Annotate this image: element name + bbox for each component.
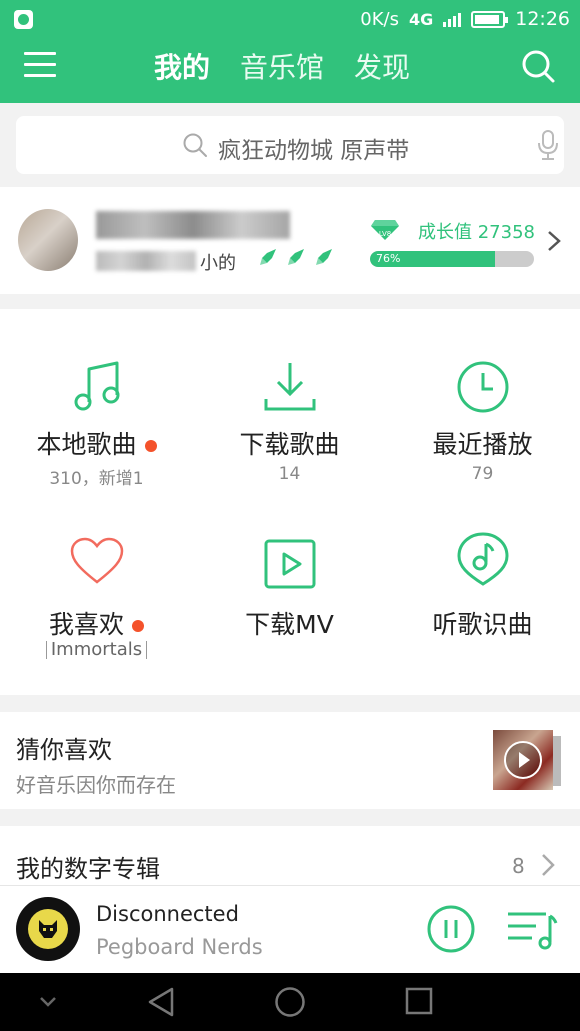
menu-line — [24, 74, 56, 77]
home-icon[interactable] — [274, 986, 306, 1018]
chevron-down-icon[interactable] — [38, 995, 58, 1009]
blurred-user-info — [96, 251, 196, 271]
status-bar: 0K/s 4G 12:26 — [0, 0, 580, 38]
search-placeholder: 疯狂动物城 原声带 — [218, 138, 410, 164]
heart-icon — [70, 537, 123, 584]
recommend-subtitle: 好音乐因你而存在 — [16, 773, 176, 797]
music-recognition-item[interactable]: 听歌识曲 — [386, 502, 579, 695]
rocket-icon — [260, 249, 276, 265]
app-header: 0K/s 4G 12:26 我的 音乐馆 发现 — [0, 0, 580, 103]
shortcut-grid: 本地歌曲 310，新增1 下载歌曲 14 最近播放 79 我喜欢 Immorta… — [0, 309, 580, 695]
playlist-icon[interactable] — [506, 908, 558, 952]
song-artist: Pegboard Nerds — [96, 935, 263, 959]
progress-label: 76% — [376, 252, 401, 265]
download-icon — [264, 363, 315, 411]
search-icon — [183, 133, 207, 157]
status-right: 0K/s 4G 12:26 — [360, 8, 570, 30]
downloaded-songs-item[interactable]: 下载歌曲 14 — [193, 309, 386, 502]
chevron-right-icon — [548, 231, 561, 251]
download-mv-item[interactable]: 下载MV — [193, 502, 386, 695]
battery-icon — [471, 10, 509, 28]
app-notification-icon — [14, 10, 33, 29]
menu-line — [24, 52, 56, 55]
digital-album-count: 8 — [512, 854, 525, 878]
top-tabs: 我的 音乐馆 发现 — [154, 46, 410, 86]
favorites-label: 我喜欢 — [48, 610, 124, 639]
search-icon[interactable] — [520, 48, 556, 84]
pause-button[interactable] — [426, 904, 476, 954]
microphone-icon[interactable] — [535, 129, 561, 161]
blurred-username — [96, 211, 290, 239]
recommend-title: 猜你喜欢 — [16, 736, 112, 764]
recent-play-item[interactable]: 最近播放 79 — [386, 309, 579, 502]
recommend-section[interactable]: 猜你喜欢 好音乐因你而存在 — [0, 712, 580, 809]
mini-player[interactable]: Disconnected Pegboard Nerds — [0, 885, 580, 973]
new-badge-dot — [144, 440, 157, 452]
downloaded-songs-count: 14 — [278, 464, 301, 484]
search-input[interactable]: 疯狂动物城 原声带 — [16, 116, 564, 174]
search-area: 疯狂动物城 原声带 — [0, 103, 580, 187]
tab-discover[interactable]: 发现 — [354, 46, 410, 86]
favorites-item[interactable]: 我喜欢 Immortals — [0, 502, 193, 695]
clock-icon — [457, 361, 508, 413]
local-songs-count: 310，新增1 — [49, 469, 144, 489]
growth-value: 成长值 27358 — [418, 222, 535, 243]
now-playing-cover[interactable] — [16, 897, 80, 961]
level-gem-icon: LV8 — [371, 220, 399, 240]
avatar[interactable] — [18, 209, 78, 271]
growth-progress-bar: 76% — [370, 251, 534, 267]
recent-play-count: 79 — [471, 464, 494, 484]
chevron-right-icon — [542, 854, 555, 876]
tab-mine[interactable]: 我的 — [154, 46, 210, 86]
back-icon[interactable] — [146, 986, 176, 1018]
digital-album-title: 我的数字专辑 — [16, 855, 160, 883]
recommend-cover[interactable] — [493, 730, 553, 790]
digital-album-row[interactable]: 我的数字专辑 8 — [0, 826, 580, 886]
music-recognition-label: 听歌识曲 — [432, 610, 533, 639]
profile-subtitle: 小的 — [200, 253, 236, 274]
cover-stack-shadow — [553, 736, 561, 786]
mv-play-icon — [264, 539, 315, 589]
level-badge-text: LV8 — [379, 230, 391, 238]
tab-music-hall[interactable]: 音乐馆 — [240, 46, 324, 86]
rocket-icon — [288, 249, 304, 265]
system-nav-bar — [0, 973, 580, 1031]
clock: 12:26 — [515, 8, 570, 30]
menu-button[interactable] — [24, 52, 56, 78]
favorite-song-name: Immortals — [45, 641, 148, 659]
local-songs-label: 本地歌曲 — [36, 430, 137, 459]
play-circle-icon[interactable] — [493, 730, 553, 790]
rocket-badges — [258, 247, 334, 267]
rocket-icon — [316, 249, 332, 265]
monstercat-icon — [39, 920, 57, 938]
music-note-icon — [74, 361, 119, 411]
local-songs-item[interactable]: 本地歌曲 310，新增1 — [0, 309, 193, 502]
downloaded-songs-label: 下载歌曲 — [239, 430, 340, 459]
menu-line — [24, 63, 56, 66]
song-title: Disconnected — [96, 902, 239, 926]
net-speed: 0K/s — [360, 8, 399, 30]
signal-icon — [443, 11, 462, 27]
recents-icon[interactable] — [405, 986, 433, 1016]
recent-play-label: 最近播放 — [432, 430, 533, 459]
network-type: 4G — [408, 9, 434, 29]
recognize-music-icon — [456, 532, 509, 586]
download-mv-label: 下载MV — [245, 610, 334, 639]
new-badge-dot — [132, 620, 144, 632]
